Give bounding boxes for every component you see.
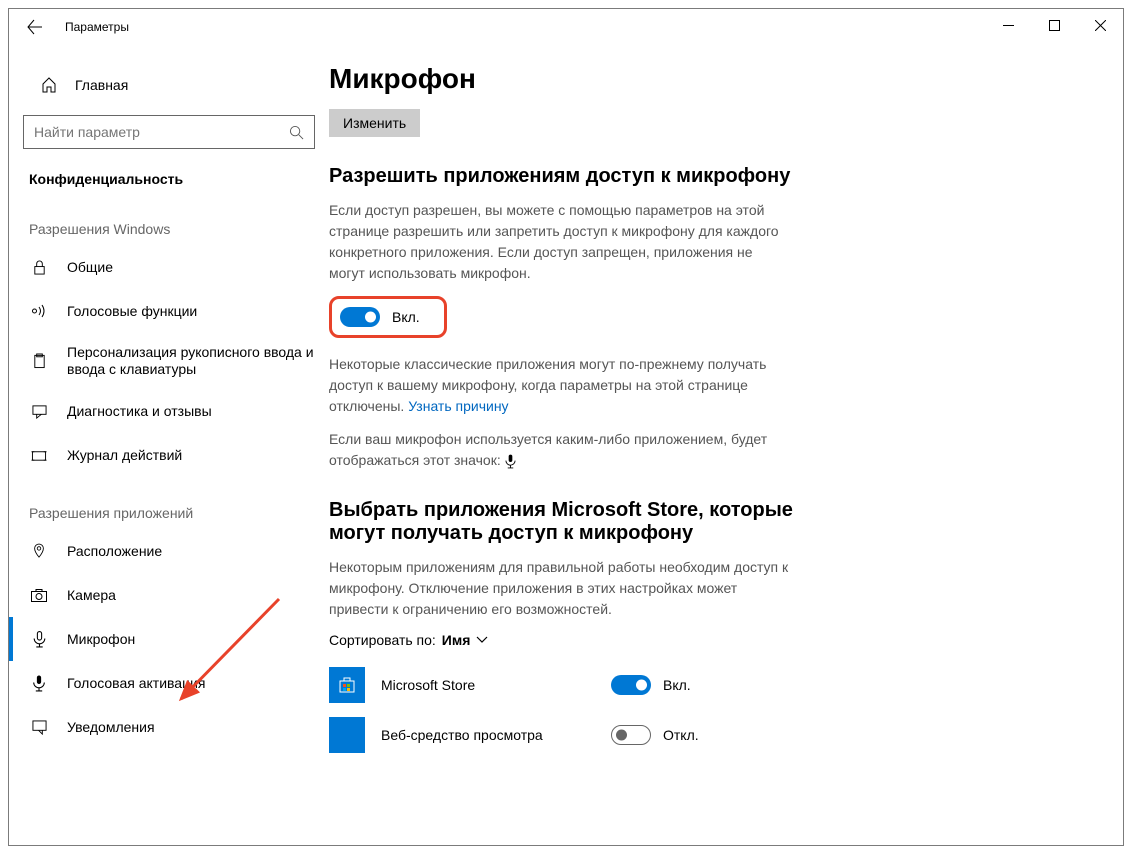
desc-classic-apps: Некоторые классические приложения могут … <box>329 354 789 417</box>
notifications-icon <box>29 720 49 735</box>
microphone-icon <box>505 454 516 469</box>
sidebar-item-camera[interactable]: Камера <box>9 573 329 617</box>
allow-apps-toggle[interactable] <box>340 307 380 327</box>
desc-allow-apps: Если доступ разрешен, вы можете с помощь… <box>329 200 789 284</box>
sidebar-item-speech[interactable]: Голосовые функции <box>9 289 329 333</box>
sidebar-item-notifications[interactable]: Уведомления <box>9 705 329 749</box>
app-toggle[interactable] <box>611 725 651 745</box>
sidebar-item-label: Диагностика и отзывы <box>67 403 315 419</box>
section-allow-apps: Разрешить приложениям доступ к микрофону <box>329 165 829 188</box>
app-tile-icon <box>329 667 365 703</box>
app-row-web-viewer: Веб-средство просмотра Откл. <box>329 710 1083 760</box>
sidebar-item-microphone[interactable]: Микрофон <box>9 617 329 661</box>
speech-icon <box>29 303 49 319</box>
close-button[interactable] <box>1077 9 1123 41</box>
search-input[interactable] <box>34 124 289 140</box>
sidebar-item-general[interactable]: Общие <box>9 245 329 289</box>
location-icon <box>29 543 49 559</box>
sidebar-item-label: Голосовые функции <box>67 303 315 319</box>
app-tile-icon <box>329 717 365 753</box>
app-row-microsoft-store: Microsoft Store Вкл. <box>329 660 1083 710</box>
sidebar-item-diagnostics[interactable]: Диагностика и отзывы <box>9 389 329 433</box>
clipboard-icon <box>29 353 49 369</box>
learn-why-link[interactable]: Узнать причину <box>408 398 508 414</box>
sort-dropdown[interactable]: Сортировать по: Имя <box>329 632 1083 648</box>
annotation-highlight: Вкл. <box>329 296 447 338</box>
main-content: Микрофон Изменить Разрешить приложениям … <box>329 45 1123 845</box>
sidebar-item-label: Уведомления <box>67 719 315 735</box>
section-choose-apps: Выбрать приложения Microsoft Store, кото… <box>329 499 829 545</box>
change-button[interactable]: Изменить <box>329 109 420 137</box>
window-title: Параметры <box>65 20 129 34</box>
sidebar: Главная Конфиденциальность Разрешения Wi… <box>9 45 329 845</box>
microphone-icon <box>29 631 49 648</box>
page-title: Микрофон <box>329 63 1083 95</box>
group-windows-permissions: Разрешения Windows <box>9 193 329 245</box>
sidebar-item-label: Персонализация рукописного ввода и ввода… <box>67 344 315 379</box>
sidebar-item-label: Микрофон <box>67 631 315 647</box>
toggle-state-label: Вкл. <box>663 677 691 693</box>
sidebar-item-location[interactable]: Расположение <box>9 529 329 573</box>
sidebar-item-activity[interactable]: Журнал действий <box>9 433 329 477</box>
sidebar-item-label: Расположение <box>67 543 315 559</box>
settings-window: Параметры Главная Конфиденциальность Раз… <box>8 8 1124 846</box>
minimize-button[interactable] <box>985 9 1031 41</box>
sidebar-item-voice-activation[interactable]: Голосовая активация <box>9 661 329 705</box>
lock-icon <box>29 260 49 275</box>
sort-value: Имя <box>442 632 471 648</box>
titlebar: Параметры <box>9 9 1123 45</box>
sidebar-item-inking[interactable]: Персонализация рукописного ввода и ввода… <box>9 333 329 389</box>
sidebar-item-label: Журнал действий <box>67 447 315 463</box>
sidebar-item-label: Голосовая активация <box>67 675 315 691</box>
app-name: Microsoft Store <box>381 677 611 693</box>
sidebar-item-label: Общие <box>67 259 315 275</box>
toggle-state-label: Вкл. <box>392 309 420 325</box>
camera-icon <box>29 589 49 602</box>
group-app-permissions: Разрешения приложений <box>9 477 329 529</box>
activity-icon <box>29 448 49 463</box>
back-button[interactable] <box>19 11 51 43</box>
maximize-button[interactable] <box>1031 9 1077 41</box>
home-label: Главная <box>75 77 128 93</box>
app-name: Веб-средство просмотра <box>381 727 611 743</box>
sort-label: Сортировать по: <box>329 632 436 648</box>
category-header: Конфиденциальность <box>9 149 329 193</box>
voice-activation-icon <box>29 675 49 692</box>
search-box[interactable] <box>23 115 315 149</box>
chevron-down-icon <box>476 636 488 644</box>
search-icon <box>289 125 304 140</box>
app-toggle[interactable] <box>611 675 651 695</box>
desc-choose-apps: Некоторым приложениям для правильной раб… <box>329 557 789 620</box>
sidebar-item-label: Камера <box>67 587 315 603</box>
home-icon <box>41 77 57 93</box>
toggle-state-label: Откл. <box>663 727 699 743</box>
desc-mic-in-use: Если ваш микрофон используется каким-либ… <box>329 429 789 471</box>
feedback-icon <box>29 404 49 419</box>
home-link[interactable]: Главная <box>9 65 329 105</box>
